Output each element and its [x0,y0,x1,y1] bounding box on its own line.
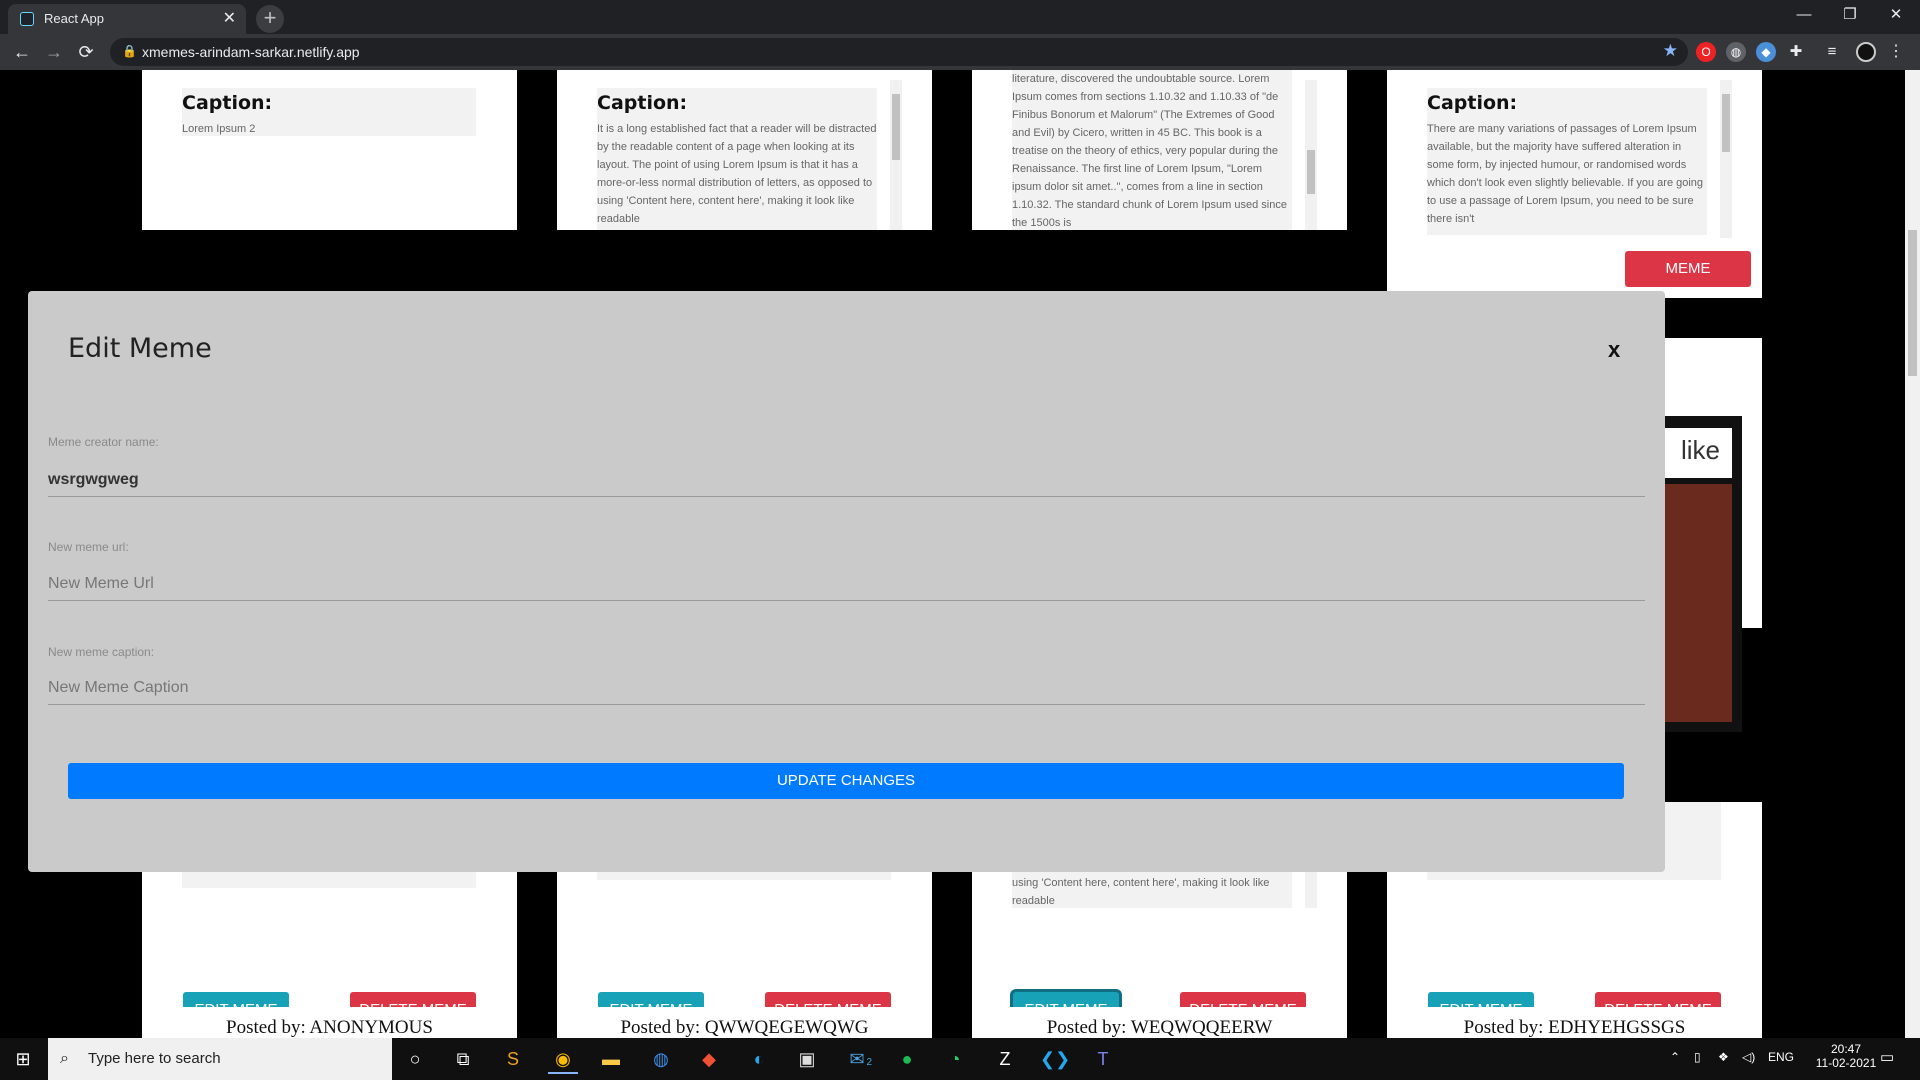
taskbar-search[interactable]: ⌕ Type here to search [48,1038,392,1080]
caption-text: It is a long established fact that a rea… [597,123,877,225]
grammar-extension-icon[interactable]: ◆ [1756,42,1776,62]
delete-meme-button[interactable]: MEME [1625,251,1751,287]
search-icon: ⌕ [60,1050,69,1067]
dropbox-icon[interactable]: ❖ [1718,1050,1729,1064]
restore-button[interactable]: ❐ [1828,0,1872,30]
globe-extension-icon[interactable]: ◍ [1726,42,1746,62]
sublime-text-icon[interactable]: S [498,1044,528,1074]
media-queue-icon[interactable]: ≡ [1822,42,1842,62]
meme-card-3-top: literature, discovered the undoubtable s… [972,70,1347,230]
windows-start-icon[interactable]: ⊞ [8,1044,38,1074]
caption-heading: Caption: [1427,92,1518,114]
address-bar[interactable]: 🔒 xmemes-arindam-sarkar.netlify.app ★ [110,38,1688,66]
address-url[interactable]: xmemes-arindam-sarkar.netlify.app [142,44,360,60]
tab-title: React App [44,11,104,26]
firefox-icon[interactable]: ◍ [646,1044,676,1074]
extensions-puzzle-icon[interactable]: ✚ [1786,42,1806,62]
minimize-button[interactable]: — [1782,0,1826,30]
back-icon[interactable]: ← [10,40,34,64]
caption-text: Lorem Ipsum 2 [182,123,256,135]
lock-icon: 🔒 [122,44,137,58]
caption-heading: Caption: [182,92,273,114]
meme-card-10: Posted by: QWWQEGEWQWG [557,1007,932,1038]
volume-icon[interactable]: ◁) [1742,1050,1755,1064]
caption-scrollbar[interactable] [1720,80,1732,238]
clock-time: 20:47 [1830,1042,1862,1056]
meme-card-9: Posted by: ANONYMOUS [142,1007,517,1038]
vscode-icon[interactable]: ❮❯ [1040,1044,1070,1074]
caption-scrollbar[interactable] [890,80,902,230]
caption-heading: Caption: [597,92,688,114]
bookmark-star-icon[interactable]: ★ [1663,41,1678,61]
page-viewport: Caption: Lorem Ipsum 2 Caption: It is a … [0,70,1905,1038]
tab-close-icon[interactable]: ✕ [223,8,236,28]
language-indicator[interactable]: ENG [1768,1050,1794,1064]
meme-caption-label: New meme caption: [48,645,155,659]
browser-toolbar: ← → ⟳ 🔒 xmemes-arindam-sarkar.netlify.ap… [0,34,1920,70]
chrome-icon[interactable]: ◉ [548,1044,578,1074]
edit-meme-modal: Edit Meme x Meme creator name: New meme … [28,291,1665,872]
posted-by-label: Posted by: WEQWQQEERW [1046,1017,1273,1038]
reload-icon[interactable]: ⟳ [74,40,98,64]
spotify-icon[interactable]: ● [892,1044,922,1074]
mail-badge: 2 [866,1057,872,1068]
meme-card-11: Posted by: WEQWQQEERW [972,1007,1347,1038]
modal-close-button[interactable]: x [1608,337,1620,363]
edge-icon[interactable]: ◐ [744,1044,774,1074]
store-icon[interactable]: ▣ [792,1044,822,1074]
meme-card-4-top: Caption: There are many variations of pa… [1387,70,1762,298]
posted-by-label: Posted by: QWWQEGEWQWG [620,1017,869,1038]
posted-by-label: Posted by: EDHYEHGSSGS [1463,1017,1686,1038]
opera-extension-icon[interactable]: O [1696,42,1716,62]
meme-url-label: New meme url: [48,540,129,554]
react-favicon-icon [20,12,34,26]
meme-card-1-top: Caption: Lorem Ipsum 2 [142,70,517,230]
cortana-icon[interactable]: ○ [400,1044,430,1074]
teams-icon[interactable]: T [1088,1044,1118,1074]
page-scrollbar[interactable] [1905,70,1920,1038]
profile-avatar[interactable] [1856,42,1876,62]
meme-caption-input[interactable] [48,671,1645,705]
update-changes-button[interactable]: UPDATE CHANGES [68,763,1624,799]
file-explorer-icon[interactable]: ▬ [596,1044,626,1074]
caption-text: literature, discovered the undoubtable s… [1012,73,1287,229]
forward-icon[interactable]: → [42,40,66,64]
mail-icon[interactable]: ✉ 2 [842,1044,872,1074]
posted-by-label: Posted by: ANONYMOUS [226,1017,433,1038]
modal-title: Edit Meme [68,333,212,364]
caption-scrollbar[interactable] [1305,80,1317,230]
tray-device-icon[interactable]: ▯ [1694,1050,1701,1064]
menu-kebab-icon[interactable]: ⋮ [1886,42,1906,62]
filezilla-icon[interactable]: Z [990,1044,1020,1074]
creator-name-label: Meme creator name: [48,435,159,449]
task-view-icon[interactable]: ⧉ [448,1044,478,1074]
clock[interactable]: 20:47 11-02-2021 [1814,1042,1878,1070]
creator-name-input[interactable] [48,463,1645,497]
browser-tabstrip: React App ✕ + — ❐ ✕ [0,0,1920,34]
tray-overflow-icon[interactable]: ⌃ [1670,1050,1680,1064]
meme-image-text: like [1662,428,1732,478]
git-icon[interactable]: ◆ [694,1044,724,1074]
meme-image: like [1662,416,1742,732]
close-window-button[interactable]: ✕ [1874,0,1918,30]
taskbar-search-placeholder[interactable]: Type here to search [88,1050,221,1067]
windows-taskbar: ⊞ ⌕ Type here to search ○ ⧉ S ◉ ▬ ◍ ◆ ◐ … [0,1038,1920,1080]
meme-card-12: Posted by: EDHYEHGSSGS [1387,1007,1762,1038]
browser-tab[interactable]: React App ✕ [8,4,246,34]
meme-url-input[interactable] [48,567,1645,601]
caption-text: There are many variations of passages of… [1427,123,1704,225]
notifications-icon[interactable]: ▭ [1880,1048,1894,1066]
whatsapp-icon[interactable]: ◔ [940,1044,970,1074]
meme-card-2-top: Caption: It is a long established fact t… [557,70,932,230]
clock-date: 11-02-2021 [1815,1056,1877,1070]
new-tab-button[interactable]: + [256,5,284,33]
